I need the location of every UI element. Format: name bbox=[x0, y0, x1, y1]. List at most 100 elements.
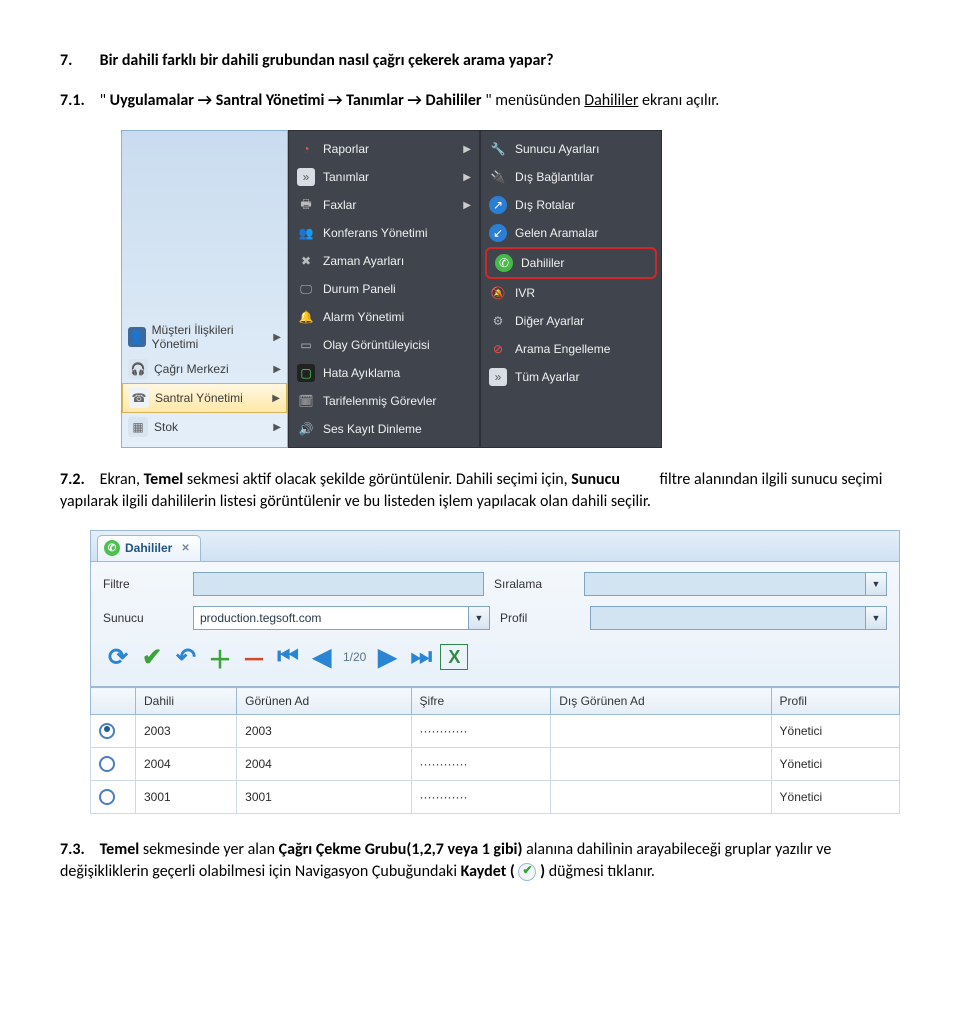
para-7-2: 7.2. Ekran, Temel sekmesi aktif olacak ş… bbox=[60, 469, 900, 512]
app-category-list: 👤 Müşteri İlişkileri Yönetimi ▶ 🎧 Çağrı … bbox=[121, 130, 288, 448]
dropdown-profil[interactable]: ▼ bbox=[590, 606, 887, 630]
menu-item-hata[interactable]: ▢Hata Ayıklama bbox=[289, 359, 479, 387]
menu-item-dis-rotalar[interactable]: ↗Dış Rotalar bbox=[481, 191, 661, 219]
undo-button[interactable]: ↶ bbox=[171, 642, 201, 672]
radio-icon[interactable] bbox=[99, 789, 115, 805]
menu-item-sunucu-ayar[interactable]: 🔧Sunucu Ayarları bbox=[481, 135, 661, 163]
num-7-2: 7.2. bbox=[60, 469, 96, 491]
col-gorunen-ad: Görünen Ad bbox=[237, 688, 411, 715]
menu-label: Tanımlar bbox=[323, 170, 369, 184]
chevron-right-icon: ▶ bbox=[463, 172, 471, 183]
chevron-down-icon: ▼ bbox=[865, 607, 886, 629]
p73-kaydet: Kaydet ( bbox=[461, 862, 519, 881]
p71-uygulamalar: Uygulamalar bbox=[110, 91, 194, 110]
menu-label: Raporlar bbox=[323, 142, 369, 156]
remove-button[interactable]: － bbox=[239, 642, 269, 672]
menu-label: Zaman Ayarları bbox=[323, 254, 404, 268]
export-excel-button[interactable]: X bbox=[440, 644, 468, 670]
table-row[interactable]: 20042004············Yönetici bbox=[91, 748, 900, 781]
menu-item-zaman[interactable]: ✖ Zaman Ayarları bbox=[289, 247, 479, 275]
menu-label: Dahililer bbox=[521, 256, 564, 270]
sidebar-item-label: Çağrı Merkezi bbox=[154, 362, 229, 376]
menu-item-gelen-aramalar[interactable]: ↙ Gelen Aramalar bbox=[481, 219, 661, 247]
phone-icon: ✆ bbox=[104, 540, 120, 556]
menu-label: Diğer Ayarlar bbox=[515, 314, 584, 328]
label-siralama: Sıralama bbox=[494, 577, 574, 591]
menu-item-faxlar[interactable]: 🖶Faxlar▶ bbox=[289, 191, 479, 219]
users-icon: 👥 bbox=[297, 224, 315, 242]
table-row[interactable]: 30013001············Yönetici bbox=[91, 781, 900, 814]
close-icon[interactable]: ✕ bbox=[181, 543, 189, 554]
menu-item-dis-baglanti[interactable]: 🔌Dış Bağlantılar bbox=[481, 163, 661, 191]
p71-tail1: menüsünden bbox=[495, 91, 584, 110]
add-button[interactable]: ＋ bbox=[205, 642, 235, 672]
bell-mute-icon: 🔕 bbox=[489, 284, 507, 302]
p72-sunucu: Sunucu bbox=[571, 470, 620, 489]
table-row[interactable]: 20032003············Yönetici bbox=[91, 715, 900, 748]
menu-item-arama-engelleme[interactable]: ⊘Arama Engelleme bbox=[481, 335, 661, 363]
radio-icon[interactable] bbox=[99, 756, 115, 772]
cell-dahili: 2004 bbox=[136, 748, 237, 781]
menu-item-konferans[interactable]: 👥Konferans Yönetimi bbox=[289, 219, 479, 247]
cell-dis bbox=[551, 715, 771, 748]
para-7-3: 7.3. Temel sekmesinde yer alan Çağrı Çek… bbox=[60, 839, 900, 882]
prev-button[interactable]: ◀ bbox=[307, 642, 337, 672]
radio-icon[interactable] bbox=[99, 723, 115, 739]
arrow-down-icon: ↙ bbox=[489, 224, 507, 242]
sidebar-item-santral[interactable]: ☎ Santral Yönetimi ▶ bbox=[122, 383, 287, 413]
dropdown-sunucu[interactable]: production.tegsoft.com ▼ bbox=[193, 606, 490, 630]
menu-item-dahililer[interactable]: ✆ Dahililer bbox=[487, 249, 655, 277]
audio-icon: 🔊 bbox=[297, 420, 315, 438]
label-sunucu: Sunucu bbox=[103, 611, 183, 625]
input-filtre[interactable] bbox=[193, 572, 484, 596]
menu-item-raporlar[interactable]: ◔Raporlar▶ bbox=[289, 135, 479, 163]
tools-icon: ✖ bbox=[297, 252, 315, 270]
cell-profil: Yönetici bbox=[771, 748, 899, 781]
menu-item-tarife[interactable]: 🗓Tarifelenmiş Görevler bbox=[289, 387, 479, 415]
menu-item-ivr[interactable]: 🔕IVR bbox=[481, 279, 661, 307]
num-7-3: 7.3. bbox=[60, 839, 96, 861]
menu-item-olay[interactable]: ▭Olay Görüntüleyicisi bbox=[289, 331, 479, 359]
dropdown-siralama[interactable]: ▼ bbox=[584, 572, 887, 596]
tab-dahililer[interactable]: ✆ Dahililer ✕ bbox=[97, 535, 201, 561]
menu-item-durum[interactable]: 🖵Durum Paneli bbox=[289, 275, 479, 303]
menu-label: Alarm Yönetimi bbox=[323, 310, 404, 324]
label-profil: Profil bbox=[500, 611, 580, 625]
cell-select[interactable] bbox=[91, 781, 136, 814]
menu-label: Arama Engelleme bbox=[515, 342, 610, 356]
sidebar-item-stok[interactable]: ▦ Stok ▶ bbox=[122, 413, 287, 441]
apply-button[interactable]: ✔ bbox=[137, 642, 167, 672]
refresh-button[interactable]: ⟳ bbox=[103, 642, 133, 672]
terminal-icon: ▢ bbox=[297, 364, 315, 382]
cell-select[interactable] bbox=[91, 748, 136, 781]
p71-tanimlar: Tanımlar bbox=[346, 91, 404, 110]
menu-label: Gelen Aramalar bbox=[515, 226, 598, 240]
cell-profil: Yönetici bbox=[771, 781, 899, 814]
menu-label: Faxlar bbox=[323, 198, 356, 212]
p73-g: düğmesi tıklanır. bbox=[545, 862, 655, 881]
p72-c: sekmesi aktif olacak şekilde görüntüleni… bbox=[183, 470, 571, 489]
sidebar-item-label: Stok bbox=[154, 420, 178, 434]
p71-close-quote: " bbox=[485, 91, 491, 110]
sidebar-item-call-center[interactable]: 🎧 Çağrı Merkezi ▶ bbox=[122, 355, 287, 383]
chevron-right-icon: ▶ bbox=[273, 364, 281, 375]
menu-item-alarm[interactable]: 🔔Alarm Yönetimi bbox=[289, 303, 479, 331]
arrow-icon: → bbox=[198, 91, 216, 110]
menu-item-tum-ayarlar[interactable]: »Tüm Ayarlar bbox=[481, 363, 661, 391]
first-button[interactable]: ⏮ bbox=[273, 642, 303, 672]
menu-item-diger-ayar[interactable]: ⚙Diğer Ayarlar bbox=[481, 307, 661, 335]
next-button[interactable]: ▶ bbox=[372, 642, 402, 672]
arrow-icon: → bbox=[407, 91, 425, 110]
cell-dahili: 3001 bbox=[136, 781, 237, 814]
expand-icon: » bbox=[297, 168, 315, 186]
cell-select[interactable] bbox=[91, 715, 136, 748]
last-button[interactable]: ⏭ bbox=[406, 642, 436, 672]
menu-item-tanimlar[interactable]: » Tanımlar ▶ bbox=[289, 163, 479, 191]
chart-pie-icon: ◔ bbox=[297, 140, 315, 158]
menu-item-seskayit[interactable]: 🔊Ses Kayıt Dinleme bbox=[289, 415, 479, 443]
phone-icon: ✆ bbox=[495, 254, 513, 272]
menu-label: Tüm Ayarlar bbox=[515, 370, 579, 384]
sidebar-item-crm[interactable]: 👤 Müşteri İlişkileri Yönetimi ▶ bbox=[122, 319, 287, 355]
chevron-right-icon: ▶ bbox=[463, 200, 471, 211]
cell-dis bbox=[551, 748, 771, 781]
